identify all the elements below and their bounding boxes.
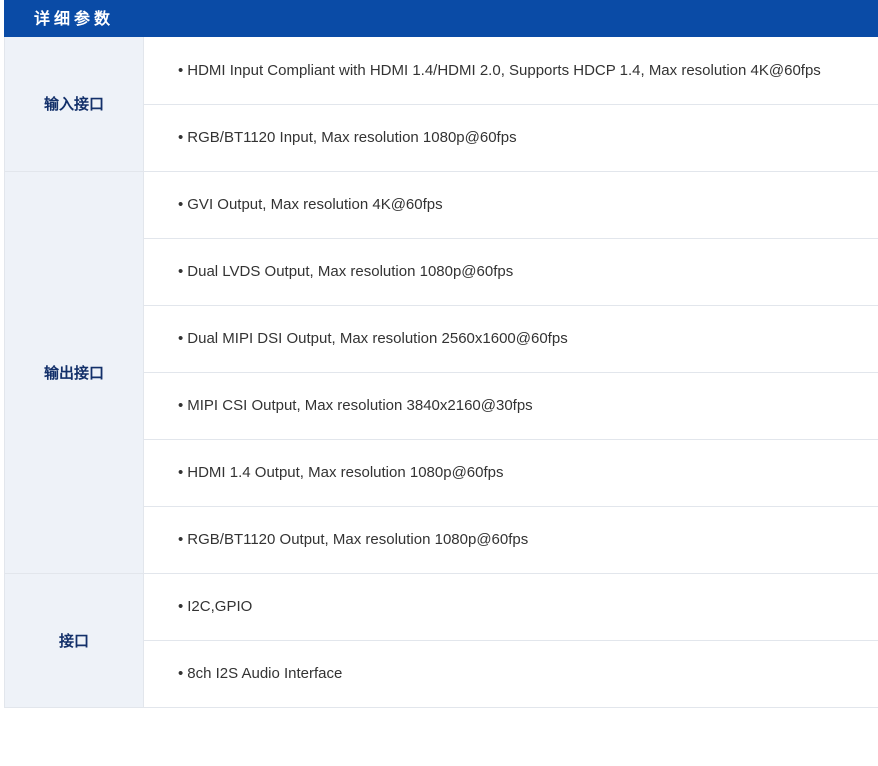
spec-item: • HDMI Input Compliant with HDMI 1.4/HDMI…	[143, 37, 878, 105]
bullet-icon: •	[178, 330, 184, 347]
spec-item-text: Dual MIPI DSI Output, Max resolution 256…	[187, 330, 568, 347]
spec-item-text: Dual LVDS Output, Max resolution 1080p@6…	[187, 263, 514, 280]
bullet-icon: •	[178, 129, 184, 146]
spec-item: • Dual LVDS Output, Max resolution 1080p@…	[143, 238, 878, 306]
bullet-icon: •	[178, 464, 184, 481]
bullet-icon: •	[178, 196, 184, 213]
spec-item: • 8ch I2S Audio Interface	[143, 640, 878, 708]
bullet-icon: •	[178, 61, 184, 79]
bullet-icon: •	[178, 397, 184, 414]
spec-item: • RGB/BT1120 Output, Max resolution 1080p…	[143, 506, 878, 574]
category-label: 输入接口	[43, 95, 104, 114]
category-label: 接口	[58, 631, 89, 650]
spec-item: • GVI Output, Max resolution 4K@60fps	[143, 171, 878, 239]
spec-item-text: RGB/BT1120 Output, Max resolution 1080p@…	[187, 531, 529, 548]
category-label: 输出接口	[43, 363, 104, 382]
spec-item-text: HDMI Input Compliant with HDMI 1.4/HDMI …	[187, 61, 821, 79]
spec-item-text: HDMI 1.4 Output, Max resolution 1080p@60…	[187, 464, 504, 481]
section-title: 详细参数	[34, 9, 115, 28]
spec-item-text: 8ch I2S Audio Interface	[187, 665, 343, 682]
table-row: 接口 • I2C,GPIO	[4, 573, 878, 708]
spec-table: 输入接口 • HDMI Input Compliant with HDMI 1.4…	[4, 37, 878, 708]
bullet-icon: •	[178, 665, 184, 682]
spec-item: • Dual MIPI DSI Output, Max resolution 25…	[143, 305, 878, 373]
category-cell: 接口	[4, 573, 144, 708]
bullet-icon: •	[178, 263, 184, 280]
spec-item-text: MIPI CSI Output, Max resolution 3840x216…	[187, 397, 533, 414]
table-row: 输出接口 • GVI Output, Max resolution 4K@60fp…	[4, 171, 878, 574]
spec-item: • HDMI 1.4 Output, Max resolution 1080p@6…	[143, 439, 878, 507]
spec-item-text: GVI Output, Max resolution 4K@60fps	[187, 196, 443, 213]
table-row: 输入接口 • HDMI Input Compliant with HDMI 1.4…	[4, 37, 878, 172]
category-cell: 输入接口	[4, 37, 144, 172]
spec-item: • I2C,GPIO	[143, 573, 878, 641]
bullet-icon: •	[178, 531, 184, 548]
spec-item: • MIPI CSI Output, Max resolution 3840x21…	[143, 372, 878, 440]
category-cell: 输出接口	[4, 171, 144, 574]
spec-item-text: I2C,GPIO	[187, 598, 253, 615]
bullet-icon: •	[178, 598, 184, 615]
spec-item-text: RGB/BT1120 Input, Max resolution 1080p@6…	[187, 129, 517, 146]
section-header: 详细参数	[4, 0, 878, 37]
spec-item: • RGB/BT1120 Input, Max resolution 1080p@…	[143, 104, 878, 172]
